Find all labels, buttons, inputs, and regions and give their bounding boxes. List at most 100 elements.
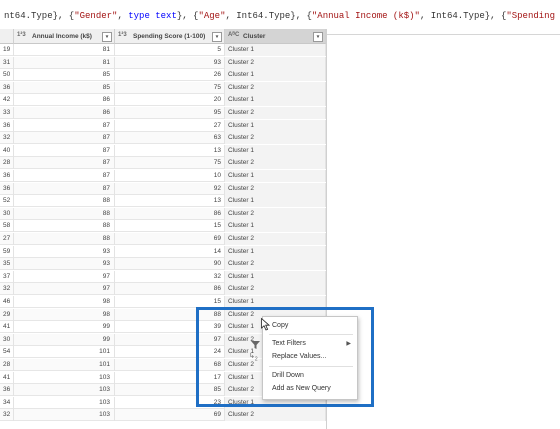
cell-annual-income[interactable]: 87 — [14, 170, 115, 182]
chevron-down-icon[interactable]: ▾ — [212, 32, 222, 42]
cell-cluster[interactable]: Cluster 2 — [225, 132, 326, 145]
cell-annual-income[interactable]: 81 — [14, 44, 115, 56]
cell-cluster[interactable]: Cluster 2 — [225, 56, 326, 69]
menu-item-copy[interactable]: Copy — [263, 320, 357, 332]
cell-spending-score[interactable]: 63 — [115, 132, 225, 145]
cell-spending-score[interactable]: 27 — [115, 119, 225, 132]
cell-annual-income[interactable]: 88 — [14, 195, 115, 208]
table-row[interactable]: 36 87 92 Cluster 2 — [0, 182, 326, 195]
menu-item-text-filters[interactable]: Text Filters ▶ — [263, 338, 357, 350]
cell-spending-score[interactable]: 14 — [115, 245, 225, 258]
table-row[interactable]: 35 93 90 Cluster 2 — [0, 258, 326, 271]
cell-annual-income[interactable]: 99 — [14, 321, 115, 334]
cell-cluster[interactable]: Cluster 1 — [225, 94, 326, 107]
table-row[interactable]: 40 87 13 Cluster 1 — [0, 144, 326, 157]
table-row[interactable]: 30 88 86 Cluster 2 — [0, 207, 326, 220]
table-row[interactable]: 52 88 13 Cluster 1 — [0, 195, 326, 208]
cell-annual-income[interactable]: 101 — [14, 359, 115, 371]
cell-annual-income[interactable]: 81 — [14, 56, 115, 69]
cell-annual-income[interactable]: 86 — [14, 94, 115, 107]
formula-text[interactable]: nt64.Type}, {"Gender", type text}, {"Age… — [4, 11, 560, 21]
cell-annual-income[interactable]: 98 — [14, 296, 115, 308]
cell-cluster[interactable]: Cluster 1 — [225, 195, 326, 208]
cell-annual-income[interactable]: 103 — [14, 396, 115, 409]
table-row[interactable]: 33 86 95 Cluster 2 — [0, 107, 326, 119]
cell-cluster[interactable]: Cluster 2 — [225, 107, 326, 119]
cell-annual-income[interactable]: 87 — [14, 182, 115, 195]
cell-spending-score[interactable]: 69 — [115, 409, 225, 422]
menu-item-drill-down[interactable]: Drill Down — [263, 370, 357, 382]
cell-spending-score[interactable]: 75 — [115, 81, 225, 94]
table-row[interactable]: 36 87 10 Cluster 1 — [0, 170, 326, 182]
cell-spending-score[interactable]: 86 — [115, 207, 225, 220]
table-row[interactable]: 36 87 27 Cluster 1 — [0, 119, 326, 132]
cell-annual-income[interactable]: 93 — [14, 245, 115, 258]
column-header-cluster[interactable]: AᴮC Cluster ▾ — [225, 29, 326, 44]
cell-spending-score[interactable]: 90 — [115, 258, 225, 271]
cell-annual-income[interactable]: 88 — [14, 220, 115, 233]
cell-cluster[interactable]: Cluster 2 — [225, 283, 326, 296]
cell-cluster[interactable]: Cluster 2 — [225, 207, 326, 220]
cell-spending-score[interactable]: 5 — [115, 44, 225, 56]
column-header-annual-income[interactable]: 1²3 Annual Income (k$) ▾ — [14, 29, 115, 44]
cell-spending-score[interactable]: 86 — [115, 283, 225, 296]
text-type-icon[interactable]: AᴮC — [228, 32, 239, 38]
cell-spending-score[interactable]: 32 — [115, 270, 225, 283]
table-row[interactable]: 32 103 69 Cluster 2 — [0, 409, 326, 422]
table-row[interactable]: 36 85 75 Cluster 2 — [0, 81, 326, 94]
cell-cluster[interactable]: Cluster 1 — [225, 144, 326, 157]
table-row[interactable]: 31 81 93 Cluster 2 — [0, 56, 326, 69]
cell-cluster[interactable]: Cluster 1 — [225, 270, 326, 283]
cell-annual-income[interactable]: 97 — [14, 283, 115, 296]
table-row[interactable]: 32 87 63 Cluster 2 — [0, 132, 326, 145]
cell-spending-score[interactable]: 69 — [115, 233, 225, 245]
cell-annual-income[interactable]: 88 — [14, 207, 115, 220]
menu-item-replace-values[interactable]: Replace Values... — [263, 351, 357, 363]
cell-annual-income[interactable]: 85 — [14, 69, 115, 82]
cell-cluster[interactable]: Cluster 2 — [225, 182, 326, 195]
chevron-down-icon[interactable]: ▾ — [102, 32, 112, 42]
cell-cluster[interactable]: Cluster 2 — [225, 81, 326, 94]
cell-cluster[interactable]: Cluster 2 — [225, 233, 326, 245]
chevron-down-icon[interactable]: ▾ — [313, 32, 323, 42]
cell-annual-income[interactable]: 103 — [14, 409, 115, 422]
cell-annual-income[interactable]: 97 — [14, 270, 115, 283]
cell-annual-income[interactable]: 85 — [14, 81, 115, 94]
cell-spending-score[interactable]: 10 — [115, 170, 225, 182]
cell-annual-income[interactable]: 103 — [14, 371, 115, 384]
cell-spending-score[interactable]: 92 — [115, 182, 225, 195]
menu-item-add-as-new-query[interactable]: Add as New Query — [263, 383, 357, 395]
cell-spending-score[interactable]: 95 — [115, 107, 225, 119]
table-row[interactable]: 58 88 15 Cluster 1 — [0, 220, 326, 233]
cell-annual-income[interactable]: 88 — [14, 233, 115, 245]
cell-spending-score[interactable]: 26 — [115, 69, 225, 82]
cell-spending-score[interactable]: 13 — [115, 195, 225, 208]
table-row[interactable]: 50 85 26 Cluster 1 — [0, 69, 326, 82]
cell-spending-score[interactable]: 13 — [115, 144, 225, 157]
cell-annual-income[interactable]: 99 — [14, 333, 115, 346]
cell-annual-income[interactable]: 103 — [14, 384, 115, 397]
table-row[interactable]: 19 81 5 Cluster 1 — [0, 44, 326, 56]
cell-cluster[interactable]: Cluster 1 — [225, 245, 326, 258]
cell-spending-score[interactable]: 93 — [115, 56, 225, 69]
column-header-spending-score[interactable]: 1²3 Spending Score (1-100) ▾ — [115, 29, 225, 44]
cell-annual-income[interactable]: 87 — [14, 132, 115, 145]
cell-cluster[interactable]: Cluster 2 — [225, 409, 326, 422]
number-type-icon[interactable]: 1²3 — [17, 32, 26, 38]
table-row[interactable]: 27 88 69 Cluster 2 — [0, 233, 326, 245]
cell-spending-score[interactable]: 20 — [115, 94, 225, 107]
cell-annual-income[interactable]: 87 — [14, 119, 115, 132]
cell-cluster[interactable]: Cluster 2 — [225, 258, 326, 271]
cell-annual-income[interactable]: 86 — [14, 107, 115, 119]
cell-annual-income[interactable]: 98 — [14, 308, 115, 321]
cell-cluster[interactable]: Cluster 1 — [225, 170, 326, 182]
table-row[interactable]: 42 86 20 Cluster 1 — [0, 94, 326, 107]
cell-annual-income[interactable]: 87 — [14, 144, 115, 157]
cell-cluster[interactable]: Cluster 1 — [225, 119, 326, 132]
cell-cluster[interactable]: Cluster 2 — [225, 157, 326, 170]
table-row[interactable]: 32 97 86 Cluster 2 — [0, 283, 326, 296]
number-type-icon[interactable]: 1²3 — [118, 32, 127, 38]
cell-cluster[interactable]: Cluster 1 — [225, 44, 326, 56]
table-row[interactable]: 59 93 14 Cluster 1 — [0, 245, 326, 258]
cell-annual-income[interactable]: 93 — [14, 258, 115, 271]
